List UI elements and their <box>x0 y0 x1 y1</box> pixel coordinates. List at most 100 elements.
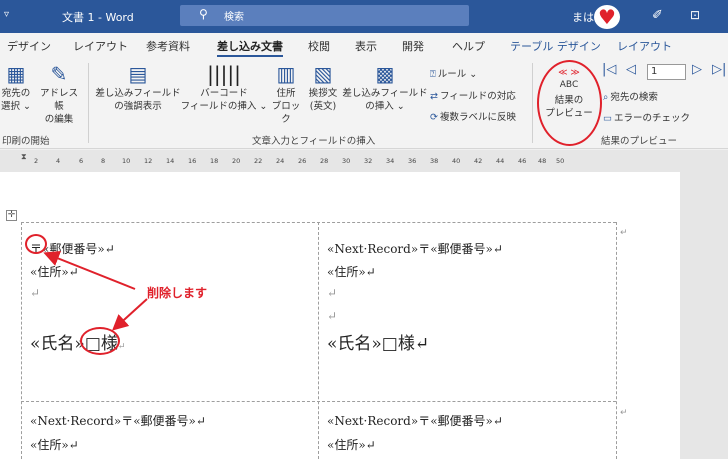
select-recipients-label: 宛先の 選択 ⌄ <box>1 88 31 112</box>
check-errors-icon: ▭ <box>603 113 612 124</box>
recipients-icon: ▦ <box>6 62 26 86</box>
arrow-to-honorific <box>112 298 148 331</box>
indent-marker-icon[interactable]: ⧗ <box>21 152 27 162</box>
tab-references[interactable]: 参考資料 <box>146 38 190 54</box>
greeting-line-label: 挨拶文 (英文) <box>308 88 338 112</box>
ruler-tick: 26 <box>298 157 307 165</box>
search-box[interactable]: ⚲ 検索 <box>180 5 469 26</box>
ruler-tick: 42 <box>474 157 483 165</box>
document-page[interactable]: ✛ ↵ ↵ 〒«郵便番号»↵ «住所»↵ ↵ «氏名»□様↵ 削除します «Ne… <box>0 172 680 459</box>
address-block-label: 住所 ブロック <box>271 88 301 125</box>
ruler-tick: 34 <box>386 157 395 165</box>
greeting-line-icon: ▧ <box>313 62 333 86</box>
tab-layout[interactable]: レイアウト <box>73 38 128 54</box>
label-cell-4-postal[interactable]: «Next·Record»〒«郵便番号»↵ <box>327 412 503 429</box>
find-recipient-label: 宛先の検索 <box>610 92 658 103</box>
horizontal-ruler[interactable]: ⧗ 2 4 6 8 10 12 14 16 18 20 22 24 26 28 … <box>0 150 728 172</box>
ruler-tick: 50 <box>556 157 565 165</box>
search-icon: ⚲ <box>199 7 208 21</box>
label-cell-2-name[interactable]: «氏名»□様↵ <box>327 329 429 354</box>
preview-highlight-circle <box>537 60 602 146</box>
quick-access-menu-icon[interactable]: ▿ <box>4 9 9 20</box>
rules-label: ルール ⌄ <box>437 69 478 80</box>
find-recipient-icon: ⌕ <box>603 92 609 103</box>
ruler-tick: 10 <box>122 157 131 165</box>
document-area: ✛ ↵ ↵ 〒«郵便番号»↵ «住所»↵ ↵ «氏名»□様↵ 削除します «Ne… <box>0 172 728 459</box>
barcode-icon: ||||| <box>207 62 241 86</box>
ruler-tick: 48 <box>538 157 547 165</box>
ruler-tick: 30 <box>342 157 351 165</box>
label-cell-2-blank: ↵ <box>327 286 338 300</box>
greeting-line-button[interactable]: ▧ 挨拶文 (英文) <box>303 63 343 113</box>
ruler-tick: 6 <box>79 157 84 165</box>
label-cell-3-address[interactable]: «住所»↵ <box>30 436 79 453</box>
tab-table-layout[interactable]: レイアウト <box>617 38 672 54</box>
group-label-preview: 結果のプレビュー <box>601 136 678 147</box>
insert-merge-field-label: 差し込みフィールド の挿入 ⌄ <box>342 88 428 112</box>
label-cell-2-blank: ↵ <box>327 309 338 323</box>
check-errors-label: エラーのチェック <box>613 113 690 124</box>
window-icon[interactable]: ⊡ <box>690 8 700 22</box>
tab-view[interactable]: 表示 <box>355 38 377 54</box>
ruler-tick: 24 <box>276 157 285 165</box>
rules-icon: ⍰ <box>430 69 436 80</box>
ruler-tick: 44 <box>496 157 505 165</box>
ruler-tick: 14 <box>166 157 175 165</box>
ruler-tick: 38 <box>430 157 439 165</box>
address-book-icon: ✎ <box>50 62 68 86</box>
pen-icon[interactable]: ✐ <box>652 8 663 23</box>
document-title: 文書 1 - Word <box>62 11 134 24</box>
edit-address-book-button[interactable]: ✎ アドレス帳 の編集 <box>36 63 82 126</box>
ruler-tick: 46 <box>518 157 527 165</box>
ruler-tick: 16 <box>188 157 197 165</box>
match-fields-button[interactable]: ⇄ フィールドの対応 <box>430 88 516 102</box>
label-cell-2-address[interactable]: «住所»↵ <box>327 263 376 280</box>
previous-record-icon[interactable]: ◁ <box>626 62 636 77</box>
tab-table-design[interactable]: テーブル デザイン <box>510 38 601 54</box>
title-bar: ▿ 文書 1 - Word ⚲ 検索 まは ♥ ✐ ⊡ <box>0 0 728 33</box>
rules-button[interactable]: ⍰ ルール ⌄ <box>430 66 477 80</box>
user-name: まは <box>572 11 594 24</box>
ruler-tick: 36 <box>408 157 417 165</box>
ruler-tick: 40 <box>452 157 461 165</box>
avatar[interactable]: ♥ <box>594 5 620 29</box>
highlight-fields-label: 差し込みフィールド の強調表示 <box>95 88 181 112</box>
insert-barcode-label: バーコード フィールドの挿入 ⌄ <box>180 88 268 112</box>
highlight-fields-button[interactable]: ▤ 差し込みフィールド の強調表示 <box>95 63 181 113</box>
address-block-button[interactable]: ▥ 住所 ブロック <box>268 63 304 126</box>
merge-field-icon: ▩ <box>375 62 395 86</box>
tab-help[interactable]: ヘルプ <box>452 38 485 54</box>
ruler-tick: 32 <box>364 157 373 165</box>
group-label-write-insert: 文章入力とフィールドの挿入 <box>252 136 376 147</box>
tab-design[interactable]: デザイン <box>7 38 51 54</box>
ruler-tick: 12 <box>144 157 153 165</box>
last-record-icon[interactable]: ▷| <box>712 62 726 77</box>
ruler-tick: 20 <box>232 157 241 165</box>
insert-merge-field-button[interactable]: ▩ 差し込みフィールド の挿入 ⌄ <box>342 63 428 113</box>
ribbon: ▦ 宛先の 選択 ⌄ ✎ アドレス帳 の編集 印刷の開始 ▤ 差し込みフィールド… <box>0 57 728 149</box>
update-labels-button[interactable]: ⟳ 複数ラベルに反映 <box>430 109 516 123</box>
group-label-start: 印刷の開始 <box>2 136 50 147</box>
tab-review[interactable]: 校閲 <box>308 38 330 54</box>
arrow-to-postal-mark <box>43 251 136 290</box>
update-labels-icon: ⟳ <box>430 112 438 123</box>
label-cell-2-postal[interactable]: «Next·Record»〒«郵便番号»↵ <box>327 240 503 257</box>
check-errors-button[interactable]: ▭ エラーのチェック <box>603 110 690 124</box>
next-record-icon[interactable]: ▷ <box>692 62 702 77</box>
find-recipient-button[interactable]: ⌕ 宛先の検索 <box>603 89 658 103</box>
select-recipients-button[interactable]: ▦ 宛先の 選択 ⌄ <box>0 63 38 113</box>
match-fields-label: フィールドの対応 <box>439 91 516 102</box>
tab-developer[interactable]: 開発 <box>402 38 424 54</box>
search-placeholder: 検索 <box>224 12 244 23</box>
separator <box>88 63 89 143</box>
record-number-input[interactable]: 1 <box>647 64 686 80</box>
tab-mailings[interactable]: 差し込み文書 <box>217 38 283 57</box>
ruler-tick: 18 <box>210 157 219 165</box>
first-record-icon[interactable]: |◁ <box>602 62 616 77</box>
edit-address-book-label: アドレス帳 の編集 <box>39 88 78 125</box>
label-cell-3-postal[interactable]: «Next·Record»〒«郵便番号»↵ <box>30 412 206 429</box>
ruler-tick: 2 <box>34 157 39 165</box>
insert-barcode-button[interactable]: ||||| バーコード フィールドの挿入 ⌄ <box>180 63 268 113</box>
ruler-tick: 28 <box>320 157 329 165</box>
label-cell-4-address[interactable]: «住所»↵ <box>327 436 376 453</box>
